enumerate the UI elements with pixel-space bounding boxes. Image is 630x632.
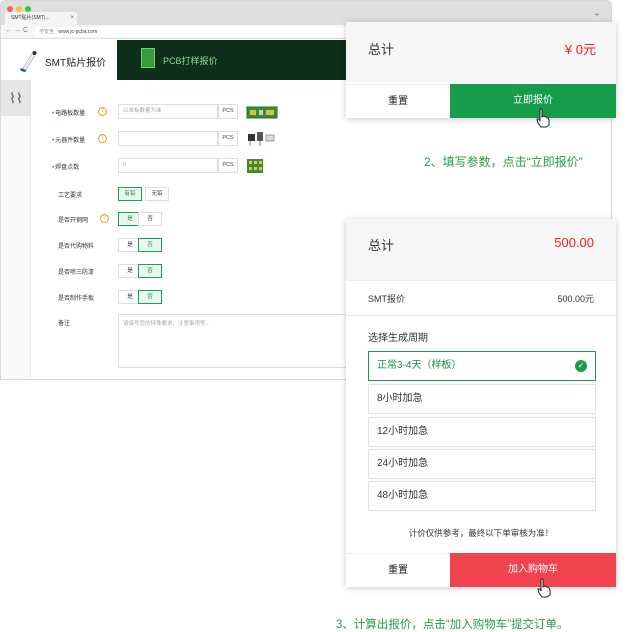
component-qty-label: 元器件数量: [55, 138, 86, 144]
remark-textarea[interactable]: 请填写您的特殊要求、注意事项等...: [118, 314, 364, 368]
components-thumbnail-icon: [248, 132, 275, 146]
help-icon[interactable]: ?: [100, 214, 109, 223]
side-rail: ⌇⌇: [1, 80, 31, 379]
pad-count-input[interactable]: 0: [118, 158, 218, 173]
purchase-no-option[interactable]: 否: [138, 238, 162, 252]
coating-no-option[interactable]: 否: [138, 264, 162, 278]
add-to-cart-button[interactable]: 加入购物车: [450, 553, 616, 587]
stencil-no-option[interactable]: 否: [138, 212, 162, 226]
pad-count-label: 焊盘点数: [55, 165, 80, 171]
total-header: 总计 ¥ 0元: [346, 22, 616, 82]
total-amount: 500.00: [554, 235, 594, 250]
solder-pads-thumbnail-icon: [247, 159, 263, 173]
step-3-instruction: 3、计算出报价，点击“加入购物车”提交订单。: [336, 619, 569, 631]
pcb-board-icon: [141, 48, 155, 68]
new-tab-icon[interactable]: +: [595, 12, 599, 19]
hand-cursor-icon: [536, 108, 550, 128]
pcb-tab-label: PCB打样报价: [163, 56, 218, 66]
cycle-option-12h[interactable]: 12小时加急: [368, 417, 596, 447]
total-label: 总计: [368, 238, 395, 253]
help-icon[interactable]: ?: [98, 107, 107, 116]
total-amount: ¥ 0元: [564, 42, 596, 57]
step-2-instruction: 2、填写参数，点击“立即报价”: [424, 155, 583, 169]
process-leaded-option[interactable]: 有铅: [118, 187, 142, 201]
sample-no-option[interactable]: 否: [138, 290, 162, 304]
tab-smt-quote[interactable]: SMT贴片报价: [1, 40, 117, 80]
total-header: 总计 500.00: [346, 219, 616, 281]
security-label: 不安全: [39, 29, 55, 35]
browser-tab[interactable]: SMT贴片(SMT)... ×: [5, 12, 77, 25]
smt-brush-icon: [20, 51, 37, 72]
paperclip-icon[interactable]: ⌇⌇: [1, 80, 31, 116]
pad-count-unit: PCS: [218, 158, 238, 173]
price-note: 计价仅供参考，最终以下单审核为准！: [408, 528, 554, 538]
forward-icon[interactable]: →: [14, 27, 21, 34]
back-icon[interactable]: ←: [5, 27, 12, 34]
purchase-label: 是否代购物料: [58, 244, 95, 250]
divider: [346, 315, 616, 316]
total-label: 总计: [368, 42, 395, 57]
board-qty-input[interactable]: 以单板数量为准: [118, 104, 218, 119]
smt-quote-label: SMT报价: [368, 294, 405, 304]
help-icon[interactable]: ?: [98, 134, 107, 143]
smt-tab-label: SMT贴片报价: [45, 58, 107, 69]
reset-button[interactable]: 重置: [346, 553, 450, 587]
url-text: www.jc-pcba.com: [58, 29, 98, 35]
cycle-option-48h[interactable]: 48小时加急: [368, 481, 596, 511]
tab-title: SMT贴片(SMT)...: [11, 15, 50, 21]
coating-label: 是否喷三防漆: [58, 270, 95, 276]
cycle-option-normal[interactable]: 正常3-4天（样板） ✓: [368, 351, 596, 381]
board-qty-unit: PCS: [218, 104, 238, 119]
board-qty-label: 电路板数量: [55, 111, 86, 117]
process-label: 工艺要求: [58, 193, 83, 199]
remark-label: 备注: [58, 321, 71, 327]
reload-icon[interactable]: C: [23, 27, 28, 34]
smt-quote-amount: 500.00元: [557, 294, 594, 304]
hand-cursor-icon: [537, 578, 551, 598]
reset-button[interactable]: 重置: [346, 84, 450, 118]
stencil-label: 是否开钢网: [58, 218, 89, 224]
quote-panel-result: 总计 500.00 SMT报价 500.00元 选择生成周期 正常3-4天（样板…: [346, 219, 616, 587]
cycle-option-24h[interactable]: 24小时加急: [368, 449, 596, 479]
process-leadfree-option[interactable]: 无铅: [145, 187, 169, 201]
component-qty-unit: PCS: [218, 131, 238, 146]
quote-panel-initial: 总计 ¥ 0元 重置 立即报价: [346, 22, 616, 118]
cycle-option-8h[interactable]: 8小时加急: [368, 384, 596, 414]
quote-now-button[interactable]: 立即报价: [450, 84, 616, 118]
pcb-board-thumbnail-icon: [246, 106, 278, 119]
component-qty-input[interactable]: [118, 131, 218, 146]
checkmark-icon: ✓: [575, 360, 587, 372]
tab-close-icon[interactable]: ×: [70, 12, 74, 25]
sample-label: 是否制作手板: [58, 296, 95, 302]
